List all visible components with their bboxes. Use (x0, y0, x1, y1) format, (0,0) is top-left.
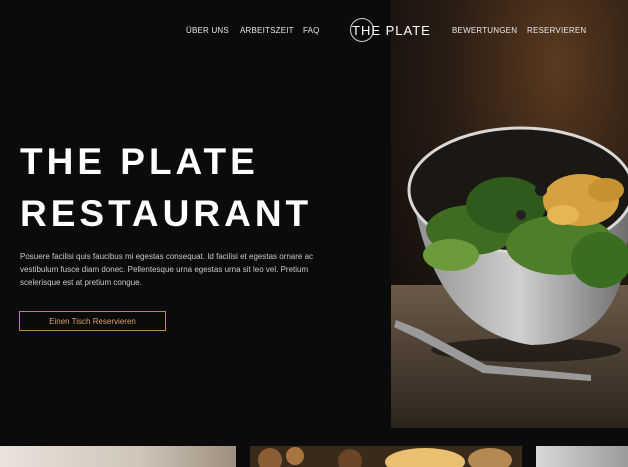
hero-title-line-2: RESTAURANT (20, 193, 313, 234)
logo-text: THE PLATE (352, 23, 431, 38)
nav-link-reservieren[interactable]: RESERVIEREN (527, 26, 586, 35)
hero-description: Posuere facilisi quis faucibus mi egesta… (20, 252, 314, 287)
nav-link-uber-uns[interactable]: ÜBER UNS (186, 26, 229, 35)
gallery-image-3[interactable] (536, 446, 628, 467)
gallery-image-2[interactable] (250, 446, 522, 467)
nav-link-arbeitszeit[interactable]: ARBEITSZEIT (240, 26, 294, 35)
hero-title: THE PLATE RESTAURANT (20, 136, 380, 240)
nav-link-bewertungen[interactable]: BEWERTUNGEN (452, 26, 517, 35)
site-logo[interactable]: THE PLATE (350, 17, 430, 45)
reserve-table-button[interactable]: Einen Tisch Reservieren (19, 311, 166, 331)
top-navigation: ÜBER UNS ARBEITSZEIT FAQ THE PLATE BEWER… (0, 0, 628, 62)
nav-link-faq[interactable]: FAQ (303, 26, 320, 35)
gallery-image-1[interactable] (0, 446, 236, 467)
hero-food-image (391, 0, 628, 428)
hero-title-line-1: THE PLATE (20, 141, 259, 182)
